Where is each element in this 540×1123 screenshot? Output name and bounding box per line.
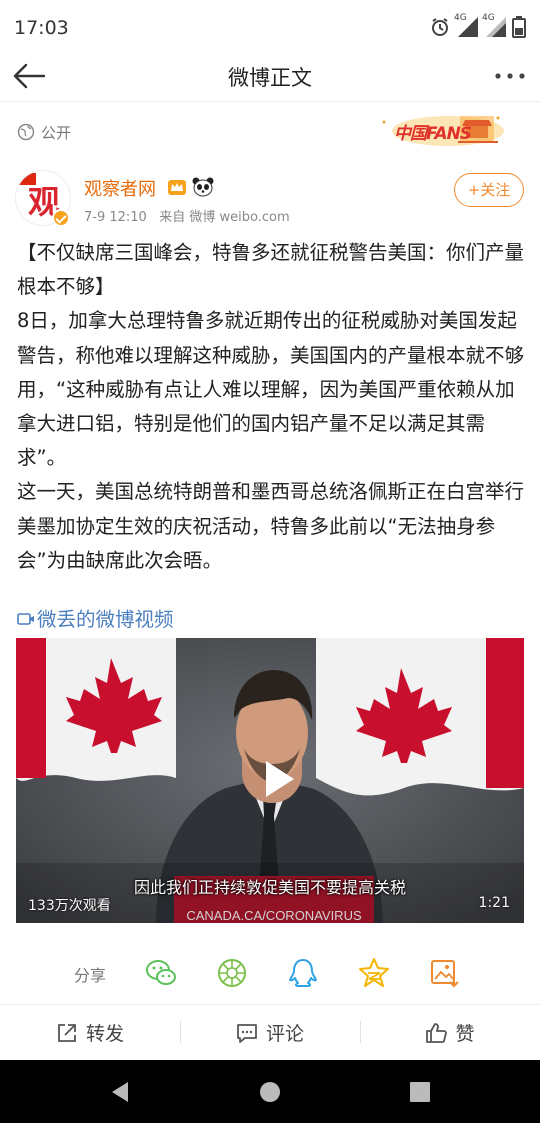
repost-label: 转发 [85, 1023, 124, 1045]
video-duration: 1:21 [478, 895, 510, 911]
share-label: 分享 [74, 966, 107, 985]
video-view-count: 133万次观看 [28, 898, 111, 914]
nav-recents-icon[interactable] [408, 1080, 432, 1104]
repost-button[interactable]: 转发 [0, 1005, 180, 1060]
globe-icon [17, 123, 35, 141]
qzone-icon[interactable] [357, 956, 391, 990]
post-meta: 7-9 12:10 来自 微博 weibo.com [84, 206, 290, 225]
signal-2-icon: 4G [482, 13, 506, 37]
verified-badge-icon [52, 209, 70, 227]
nav-back-icon[interactable] [108, 1080, 132, 1104]
nav-home-icon[interactable] [258, 1080, 282, 1104]
post-paragraph-1: 【不仅缺席三国峰会，特鲁多还就征税警告美国：你们产量根本不够】 [17, 241, 525, 299]
status-time: 17:03 [14, 17, 69, 39]
comment-button[interactable]: 评论 [180, 1005, 360, 1060]
play-icon[interactable] [252, 755, 300, 803]
comment-label: 评论 [265, 1023, 304, 1045]
signal-1-icon: 4G [454, 13, 478, 37]
share-bar: 分享 [0, 950, 540, 996]
post-content: 【不仅缺席三国峰会，特鲁多还就征税警告美国：你们产量根本不够】 8日，加拿大总理… [17, 236, 527, 578]
like-button[interactable]: 赞 [360, 1005, 540, 1060]
thumbs-up-icon [426, 1022, 448, 1043]
post-paragraph-3: 这一天，美国总统特朗普和墨西哥总统洛佩斯正在白宫举行美墨加协定生效的庆祝活动，特… [17, 480, 525, 572]
comment-icon [237, 1023, 257, 1043]
post-source: 来自 微博 weibo.com [159, 210, 290, 225]
system-nav-bar [0, 1060, 540, 1123]
china-fans-badge[interactable]: 中国FANS [378, 110, 506, 152]
qq-icon[interactable] [286, 956, 320, 990]
fans-badge-text: 中国FANS [394, 124, 472, 144]
nav-bar: 微博正文 [0, 50, 540, 102]
video-link-icon [17, 612, 34, 625]
status-icons: 4G 4G [430, 13, 526, 38]
action-bar: 转发 评论 赞 [0, 1004, 540, 1060]
wechat-icon[interactable] [144, 956, 178, 990]
save-image-icon[interactable] [428, 956, 462, 990]
crown-badge-icon [168, 180, 186, 195]
moments-icon[interactable] [215, 956, 249, 990]
like-label: 赞 [455, 1023, 475, 1045]
alarm-icon [432, 18, 448, 36]
post-paragraph-2: 8日，加拿大总理特鲁多就近期传出的征税威胁对美国发起警告，称他难以理解这种威胁，… [17, 309, 525, 470]
follow-button[interactable]: +关注 [454, 173, 524, 207]
visibility-label: 公开 [41, 123, 72, 142]
panda-badge-icon [192, 177, 214, 197]
video-link[interactable]: 微丢的微博视频 [17, 603, 174, 632]
video-link-text: 微丢的微博视频 [37, 608, 174, 631]
more-dots-icon [495, 73, 525, 79]
post-time: 7-9 12:10 [84, 210, 147, 225]
visibility-indicator: 公开 [17, 120, 71, 144]
page-title: 微博正文 [228, 66, 312, 90]
battery-icon [512, 16, 526, 38]
status-bar: 17:03 4G 4G [0, 0, 540, 50]
video-player[interactable]: CANADA.CA/CORONAVIRUS 因此我们正持续敦促美国不要提高关税 … [16, 638, 524, 923]
author-name[interactable]: 观察者网 [84, 175, 156, 201]
repost-icon [58, 1023, 76, 1042]
more-button[interactable] [490, 60, 530, 92]
